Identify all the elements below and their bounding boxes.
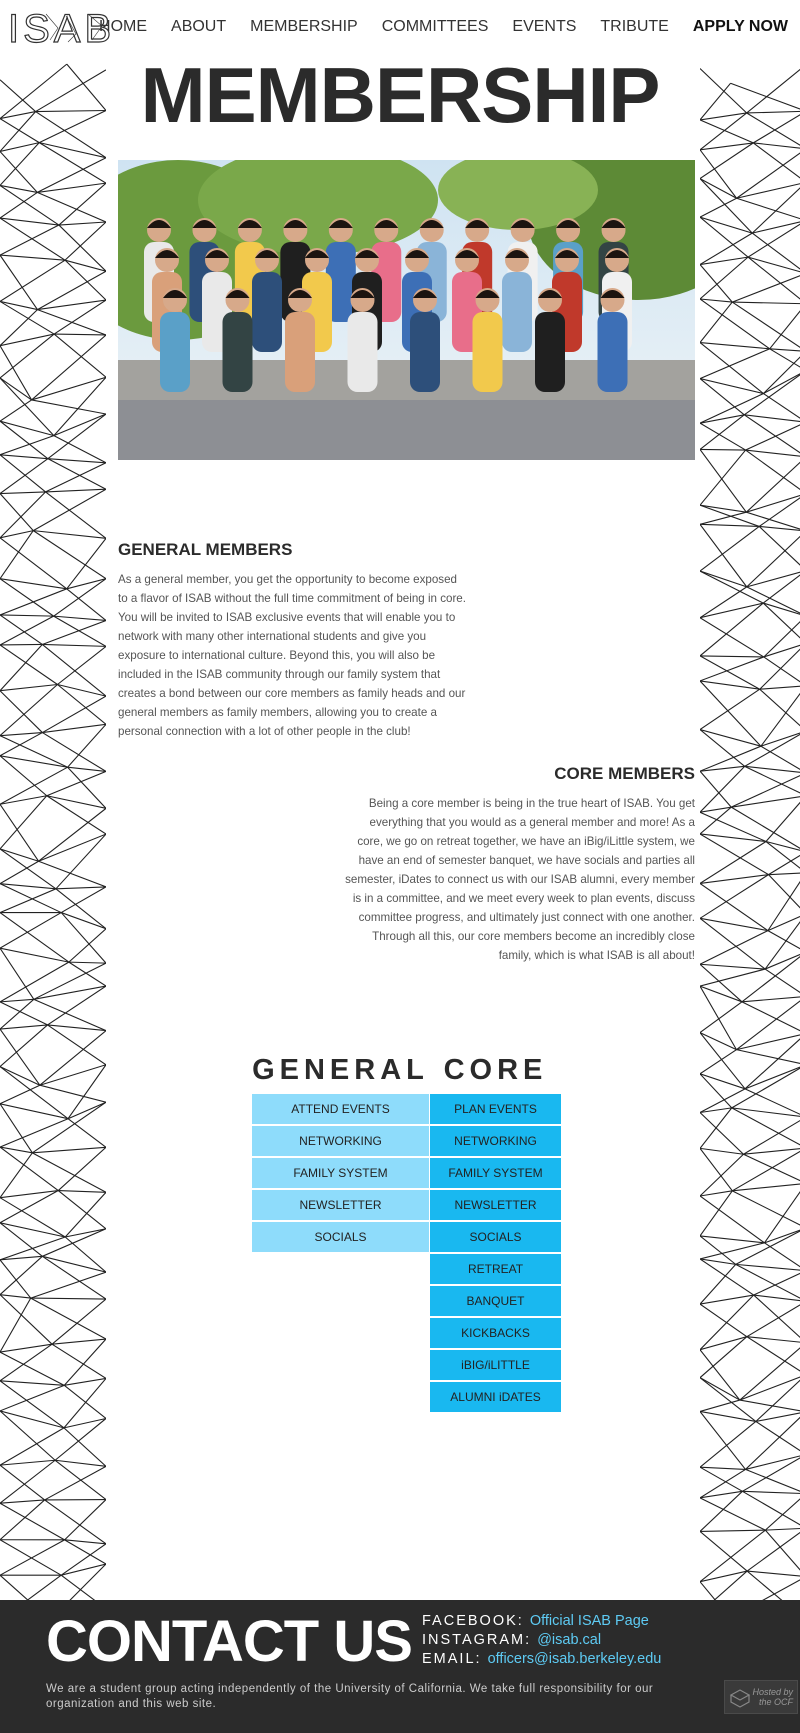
core-column-title: CORE [443, 1054, 548, 1086]
core-benefit-item: PLAN EVENTS [430, 1094, 561, 1124]
nav-tribute[interactable]: TRIBUTE [588, 18, 680, 36]
contact-footer: CONTACT US FACEBOOK: Official ISAB Page … [0, 1600, 800, 1733]
core-benefit-item: RETREAT [430, 1254, 561, 1284]
nav-about[interactable]: ABOUT [159, 18, 238, 36]
instagram-link[interactable]: @isab.cal [537, 1632, 601, 1648]
ocf-badge-text: Hosted by the OCF [752, 1687, 793, 1707]
core-benefit-item: BANQUET [430, 1286, 561, 1316]
instagram-line: INSTAGRAM: @isab.cal [422, 1631, 661, 1650]
nav-committees[interactable]: COMMITTEES [370, 18, 501, 36]
core-benefit-item: iBIG/iLITTLE [430, 1350, 561, 1380]
left-geometric-decoration [0, 62, 106, 1602]
page-title: MEMBERSHIP [140, 51, 661, 139]
core-members-heading: CORE MEMBERS [554, 764, 695, 783]
ocf-hosted-badge[interactable]: Hosted by the OCF [724, 1680, 798, 1714]
nav-home[interactable]: HOME [87, 18, 159, 36]
nav-membership[interactable]: MEMBERSHIP [238, 18, 370, 36]
nav-events[interactable]: EVENTS [500, 18, 588, 36]
general-members-section: GENERAL MEMBERS As a general member, you… [118, 540, 468, 741]
core-members-section: CORE MEMBERS Being a core member is bein… [343, 764, 695, 965]
core-benefit-item: NETWORKING [430, 1126, 561, 1156]
general-benefit-item: SOCIALS [252, 1222, 429, 1252]
general-benefit-item: NETWORKING [252, 1126, 429, 1156]
core-benefits-list: PLAN EVENTS NETWORKING FAMILY SYSTEM NEW… [430, 1094, 561, 1414]
general-benefit-item: FAMILY SYSTEM [252, 1158, 429, 1188]
core-benefit-item: FAMILY SYSTEM [430, 1158, 561, 1188]
facebook-label: FACEBOOK: [422, 1613, 524, 1629]
right-geometric-decoration [700, 62, 800, 1602]
facebook-link[interactable]: Official ISAB Page [530, 1613, 649, 1629]
general-benefit-item: ATTEND EVENTS [252, 1094, 429, 1124]
email-line: EMAIL: officers@isab.berkeley.edu [422, 1650, 661, 1669]
general-column-title: GENERAL [252, 1054, 429, 1086]
group-photo [118, 160, 695, 460]
email-label: EMAIL: [422, 1651, 482, 1667]
core-benefit-item: NEWSLETTER [430, 1190, 561, 1220]
nav-apply-now[interactable]: APPLY NOW [681, 18, 800, 36]
disclaimer-text: We are a student group acting independen… [46, 1683, 654, 1710]
email-link[interactable]: officers@isab.berkeley.edu [488, 1651, 662, 1667]
ocf-logo-icon [729, 1689, 751, 1708]
instagram-label: INSTAGRAM: [422, 1632, 532, 1648]
general-benefits-list: ATTEND EVENTS NETWORKING FAMILY SYSTEM N… [252, 1094, 429, 1254]
facebook-line: FACEBOOK: Official ISAB Page [422, 1612, 661, 1631]
core-benefit-item: KICKBACKS [430, 1318, 561, 1348]
core-benefit-item: SOCIALS [430, 1222, 561, 1252]
contact-us-title: CONTACT US [46, 1609, 413, 1674]
contact-details: FACEBOOK: Official ISAB Page INSTAGRAM: … [422, 1612, 661, 1669]
general-benefit-item: NEWSLETTER [252, 1190, 429, 1220]
general-members-heading: GENERAL MEMBERS [118, 540, 293, 559]
general-members-text: As a general member, you get the opportu… [118, 573, 466, 738]
main-nav: HOME ABOUT MEMBERSHIP COMMITTEES EVENTS … [87, 18, 800, 36]
core-benefit-item: ALUMNI iDATES [430, 1382, 561, 1412]
core-members-text: Being a core member is being in the true… [345, 797, 695, 962]
